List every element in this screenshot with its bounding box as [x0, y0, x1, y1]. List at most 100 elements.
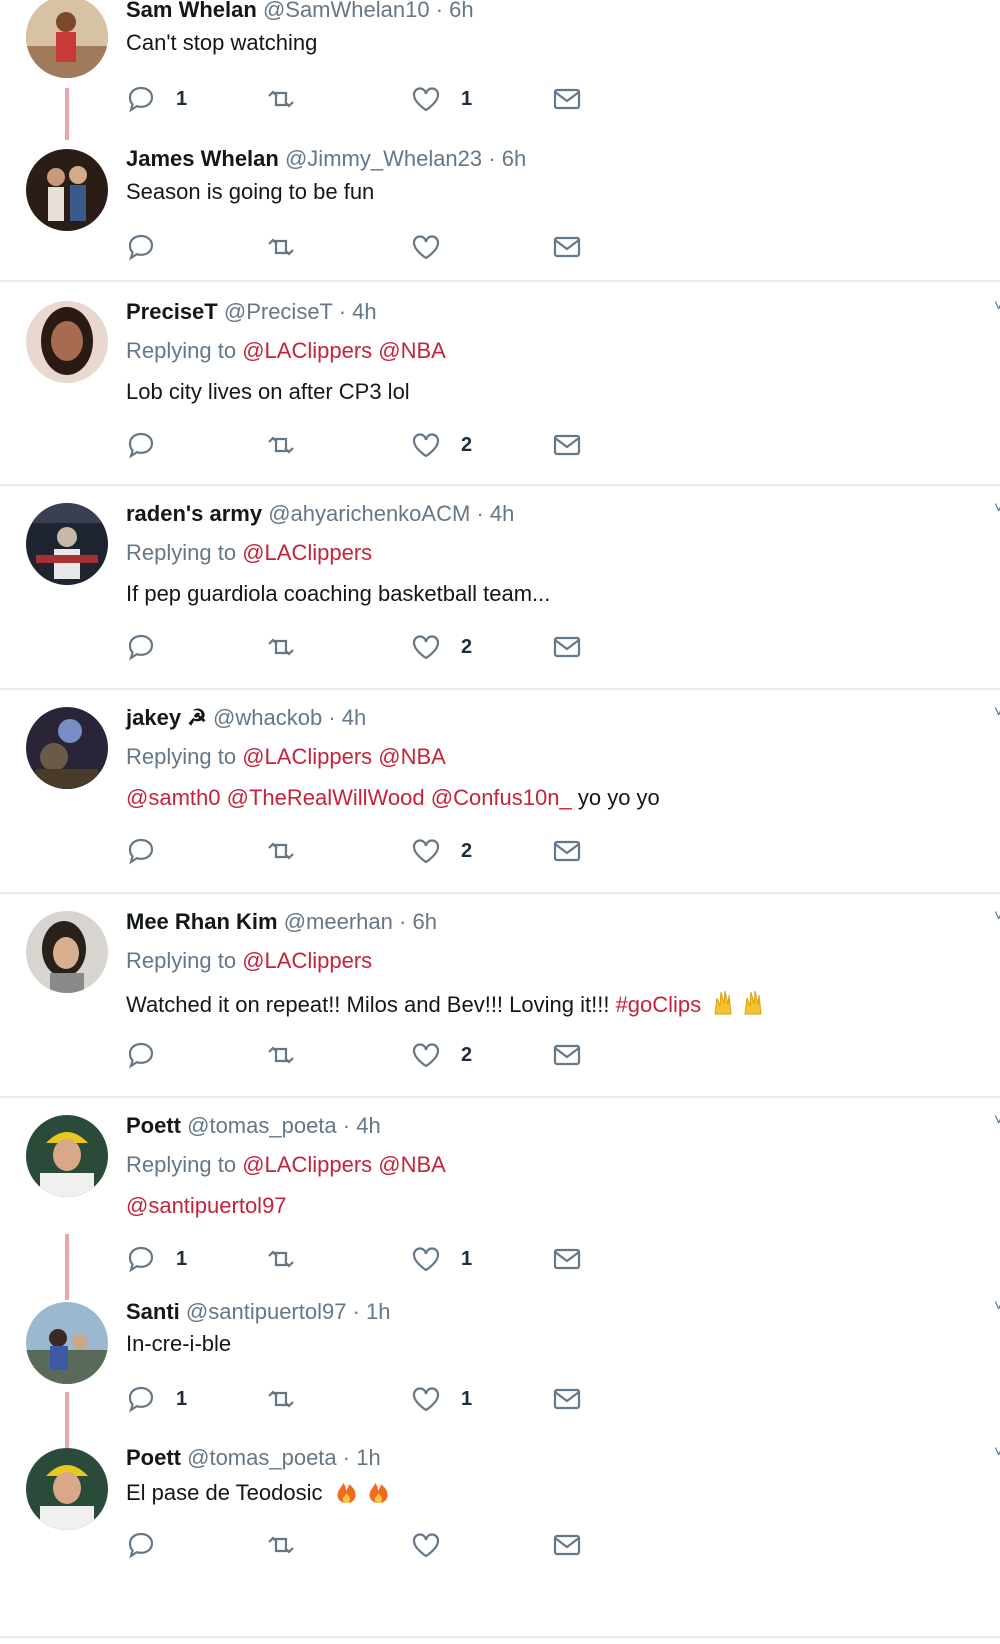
direct-message-button[interactable] — [552, 1242, 582, 1276]
mention-link[interactable]: @NBA — [378, 1152, 446, 1177]
mention-link[interactable]: @LAClippers — [242, 540, 372, 565]
user-handle[interactable]: @Jimmy_Whelan23 — [285, 146, 482, 171]
caret-down-icon[interactable]: ˅ — [994, 704, 1000, 722]
direct-message-button[interactable] — [552, 1382, 582, 1416]
caret-down-icon[interactable]: ˅ — [994, 1444, 1000, 1462]
tweet[interactable]: Santi @santipuertol97 · 1h In-cre-i-ble … — [0, 1298, 1000, 1448]
mention-link[interactable]: @LAClippers — [242, 948, 372, 973]
avatar[interactable] — [26, 707, 108, 789]
tweet[interactable]: James Whelan @Jimmy_Whelan23 · 6h Season… — [0, 140, 1000, 280]
timestamp[interactable]: · 4h — [476, 501, 514, 526]
tweet[interactable]: jakey ☭ @whackob · 4h Replying to @LACli… — [0, 690, 1000, 890]
retweet-button[interactable] — [266, 230, 296, 264]
display-name[interactable]: Mee Rhan Kim — [126, 909, 278, 934]
direct-message-button[interactable] — [552, 428, 582, 462]
mention-link[interactable]: @santipuertol97 — [126, 1193, 287, 1218]
direct-message-button[interactable] — [552, 1528, 582, 1562]
reply-button[interactable] — [126, 630, 156, 664]
reply-button[interactable]: 1 — [126, 1242, 187, 1276]
direct-message-button[interactable] — [552, 230, 582, 264]
display-name[interactable]: Poett — [126, 1445, 181, 1470]
display-name[interactable]: Poett — [126, 1113, 181, 1138]
like-button[interactable]: 1 — [411, 1382, 472, 1416]
avatar[interactable] — [26, 1302, 108, 1384]
retweet-button[interactable] — [266, 428, 296, 462]
caret-down-icon[interactable]: ˅ — [994, 1298, 1000, 1316]
retweet-button[interactable] — [266, 1528, 296, 1562]
reply-button[interactable] — [126, 1038, 156, 1072]
tweet[interactable]: raden's army @ahyarichenkoACM · 4h Reply… — [0, 486, 1000, 686]
reply-button[interactable] — [126, 834, 156, 868]
like-button[interactable]: 2 — [411, 428, 472, 462]
retweet-button[interactable] — [266, 1382, 296, 1416]
reply-button[interactable] — [126, 428, 156, 462]
avatar[interactable] — [26, 1448, 108, 1530]
tweet[interactable]: PreciseT @PreciseT · 4h Replying to @LAC… — [0, 284, 1000, 484]
timestamp[interactable]: · 4h — [328, 705, 366, 730]
timestamp[interactable]: · 1h — [353, 1299, 391, 1324]
timestamp[interactable]: · 6h — [436, 0, 474, 22]
user-handle[interactable]: @tomas_poeta — [187, 1113, 337, 1138]
mention-link[interactable]: @Confus10n_ — [431, 785, 572, 810]
user-handle[interactable]: @PreciseT — [224, 299, 333, 324]
user-handle[interactable]: @tomas_poeta — [187, 1445, 337, 1470]
retweet-button[interactable] — [266, 1242, 296, 1276]
like-button[interactable] — [411, 230, 441, 264]
display-name[interactable]: raden's army — [126, 501, 262, 526]
avatar[interactable] — [26, 149, 108, 231]
mention-link[interactable]: @LAClippers — [242, 1152, 372, 1177]
mention-link[interactable]: @TheRealWillWood — [227, 785, 425, 810]
tweet[interactable]: Poett @tomas_poeta · 4h Replying to @LAC… — [0, 1098, 1000, 1300]
timestamp[interactable]: · 4h — [339, 299, 377, 324]
reply-button[interactable]: 1 — [126, 1382, 187, 1416]
direct-message-button[interactable] — [552, 82, 582, 116]
display-name[interactable]: Santi — [126, 1299, 180, 1324]
retweet-button[interactable] — [266, 82, 296, 116]
display-name[interactable]: Sam Whelan — [126, 0, 257, 22]
user-handle[interactable]: @meerhan — [284, 909, 393, 934]
direct-message-button[interactable] — [552, 1038, 582, 1072]
user-handle[interactable]: @ahyarichenkoACM — [268, 501, 470, 526]
timestamp[interactable]: · 6h — [399, 909, 437, 934]
tweet[interactable]: Sam Whelan @SamWhelan10 · 6h Can't stop … — [0, 0, 1000, 140]
like-button[interactable] — [411, 1528, 441, 1562]
reply-button[interactable]: 1 — [126, 82, 187, 116]
timestamp[interactable]: · 4h — [343, 1113, 381, 1138]
retweet-button[interactable] — [266, 834, 296, 868]
like-button[interactable]: 2 — [411, 630, 472, 664]
direct-message-button[interactable] — [552, 630, 582, 664]
display-name[interactable]: jakey ☭ — [126, 705, 207, 730]
mention-link[interactable]: @NBA — [378, 338, 446, 363]
avatar[interactable] — [26, 0, 108, 78]
user-handle[interactable]: @whackob — [213, 705, 322, 730]
caret-down-icon[interactable]: ˅ — [994, 500, 1000, 518]
avatar[interactable] — [26, 301, 108, 383]
like-button[interactable]: 2 — [411, 834, 472, 868]
tweet[interactable]: Mee Rhan Kim @meerhan · 6h Replying to @… — [0, 894, 1000, 1094]
user-handle[interactable]: @SamWhelan10 — [263, 0, 430, 22]
like-button[interactable]: 2 — [411, 1038, 472, 1072]
tweet[interactable]: Poett @tomas_poeta · 1h El pase de Teodo… — [0, 1444, 1000, 1638]
display-name[interactable]: James Whelan — [126, 146, 279, 171]
reply-button[interactable] — [126, 1528, 156, 1562]
avatar[interactable] — [26, 911, 108, 993]
direct-message-button[interactable] — [552, 834, 582, 868]
retweet-button[interactable] — [266, 630, 296, 664]
display-name[interactable]: PreciseT — [126, 299, 218, 324]
caret-down-icon[interactable]: ˅ — [994, 1112, 1000, 1130]
like-button[interactable]: 1 — [411, 1242, 472, 1276]
reply-button[interactable] — [126, 230, 156, 264]
mention-link[interactable]: @LAClippers — [242, 744, 372, 769]
mention-link[interactable]: @LAClippers — [242, 338, 372, 363]
caret-down-icon[interactable]: ˅ — [994, 908, 1000, 926]
timestamp[interactable]: · 1h — [343, 1445, 381, 1470]
mention-link[interactable]: @NBA — [378, 744, 446, 769]
mention-link[interactable]: @samth0 — [126, 785, 220, 810]
avatar[interactable] — [26, 503, 108, 585]
user-handle[interactable]: @santipuertol97 — [186, 1299, 347, 1324]
like-button[interactable]: 1 — [411, 82, 472, 116]
hashtag-link[interactable]: #goClips — [616, 992, 702, 1017]
timestamp[interactable]: · 6h — [488, 146, 526, 171]
retweet-button[interactable] — [266, 1038, 296, 1072]
avatar[interactable] — [26, 1115, 108, 1197]
